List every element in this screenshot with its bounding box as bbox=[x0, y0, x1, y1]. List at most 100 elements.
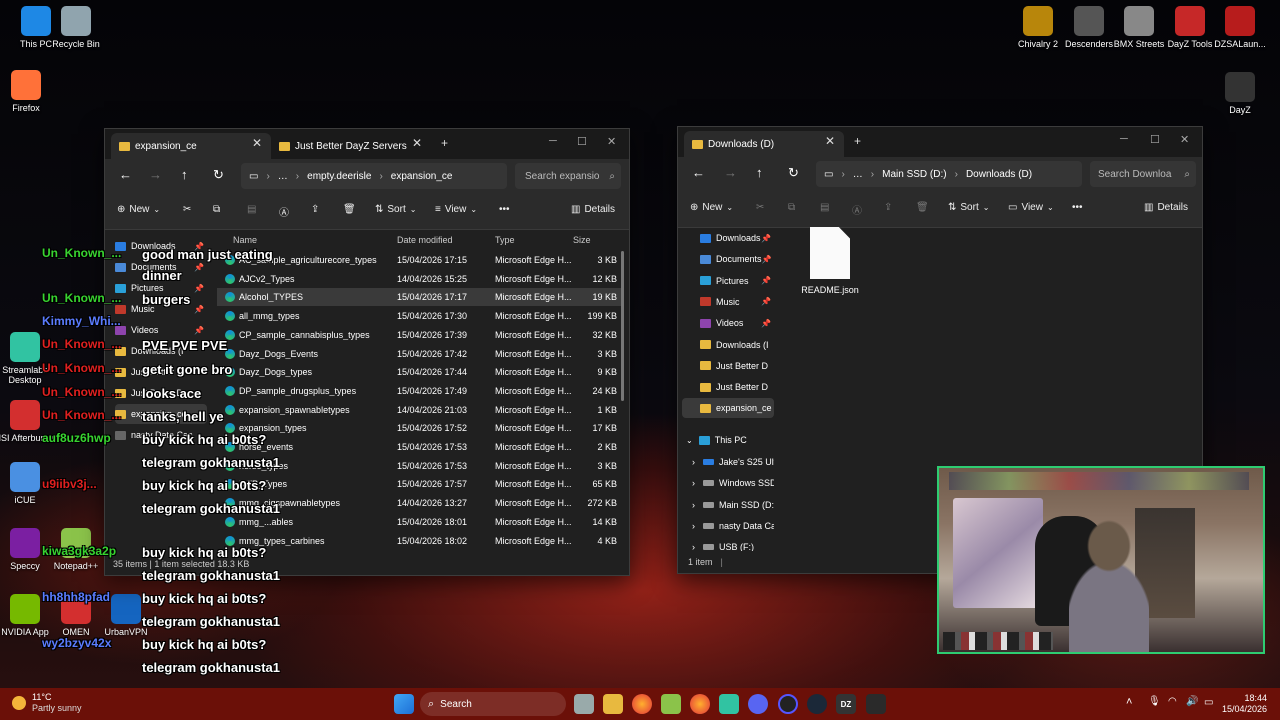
desktop-icon[interactable]: Recycle Bin bbox=[42, 6, 110, 49]
maximize-icon[interactable]: ☐ bbox=[577, 135, 587, 148]
search-input[interactable]: Search Downloa ⌕ bbox=[1090, 161, 1196, 187]
rename-icon[interactable]: Ⓐ bbox=[852, 202, 862, 217]
maximize-icon[interactable]: ☐ bbox=[1150, 133, 1160, 146]
show-hidden-icons-chevron-icon[interactable]: ˄ bbox=[1126, 696, 1132, 708]
close-window-icon[interactable]: ✕ bbox=[607, 135, 616, 148]
column-header-date[interactable]: Date modified bbox=[397, 230, 453, 250]
desktop-icon[interactable]: DZSALaun... bbox=[1206, 6, 1274, 49]
clock[interactable]: 18:44 15/04/2026 bbox=[1222, 693, 1267, 715]
more-options-icon[interactable]: ••• bbox=[1072, 202, 1083, 213]
start-icon[interactable] bbox=[394, 694, 414, 714]
more-options-icon[interactable]: ••• bbox=[499, 204, 510, 215]
new-tab-icon[interactable]: + bbox=[441, 136, 448, 150]
file-row[interactable]: AJCv2_Types 14/04/2026 15:25 Microsoft Edg… bbox=[217, 270, 621, 288]
close-tab-icon[interactable]: ✕ bbox=[825, 134, 835, 148]
volume-icon[interactable]: 🔊 bbox=[1186, 696, 1198, 707]
wifi-icon[interactable]: ◠ bbox=[1168, 696, 1177, 707]
file-row[interactable]: mmg_types_carbines 15/04/2026 18:02 Micros… bbox=[217, 532, 621, 550]
file-row[interactable]: expansion_spawnabletypes 14/04/2026 21:03… bbox=[217, 401, 621, 419]
tab-expansion-ce[interactable]: expansion_ce bbox=[111, 133, 271, 159]
delete-icon[interactable]: 🗑 bbox=[916, 202, 929, 213]
breadcrumb-item[interactable]: expansion_ce bbox=[391, 171, 453, 182]
file-explorer-icon[interactable] bbox=[603, 694, 623, 714]
details-button[interactable]: ▥ Details bbox=[1144, 202, 1188, 213]
nav-item[interactable]: Videos 📌 bbox=[682, 313, 774, 333]
back-icon[interactable]: ← bbox=[692, 165, 705, 180]
scrollbar[interactable] bbox=[621, 251, 624, 401]
address-bar[interactable]: ▭ › … › Main SSD (D:) › Downloads (D) bbox=[816, 161, 1082, 187]
firefox-icon[interactable] bbox=[690, 694, 710, 714]
minimize-icon[interactable]: ─ bbox=[1120, 133, 1128, 145]
dzsa-launcher-icon[interactable]: DZ bbox=[836, 694, 856, 714]
nav-drive[interactable]: › Windows SSD bbox=[682, 473, 774, 493]
share-icon[interactable]: ⇪ bbox=[311, 204, 319, 215]
up-icon[interactable]: ↑ bbox=[756, 165, 763, 180]
breadcrumb-item[interactable]: Downloads (D) bbox=[966, 169, 1032, 180]
file-row[interactable]: all_mmg_types 15/04/2026 17:30 Microsoft E… bbox=[217, 307, 621, 325]
nav-item[interactable]: Just Better D bbox=[682, 377, 774, 397]
battery-icon[interactable]: ▭ bbox=[1204, 697, 1213, 708]
address-bar[interactable]: ▭ › … › empty.deerisle › expansion_ce bbox=[241, 163, 507, 189]
back-icon[interactable]: ← bbox=[119, 167, 132, 182]
forward-icon[interactable]: → bbox=[724, 165, 737, 180]
nav-item[interactable]: Videos 📌 bbox=[115, 320, 207, 340]
nav-this-pc[interactable]: ⌄ This PC bbox=[682, 430, 774, 450]
details-button[interactable]: ▥ Details bbox=[571, 204, 615, 215]
close-tab-icon[interactable]: ✕ bbox=[412, 136, 422, 150]
desktop-icon[interactable]: Firefox bbox=[0, 70, 60, 113]
column-header-size[interactable]: Size bbox=[573, 230, 591, 250]
breadcrumb-item[interactable]: Main SSD (D:) bbox=[882, 169, 946, 180]
view-button[interactable]: ≡ View ⌄ bbox=[435, 204, 477, 215]
file-row[interactable]: Dayz_Dogs_types 15/04/2026 17:44 Microsoft… bbox=[217, 363, 621, 381]
discord-icon[interactable] bbox=[748, 694, 768, 714]
task-view-icon[interactable] bbox=[574, 694, 594, 714]
file-row[interactable]: MFP_Types 15/04/2026 17:57 Microsoft Edge … bbox=[217, 475, 621, 493]
file-row[interactable]: AC_sample_agriculturecore_types 15/04/202… bbox=[217, 251, 621, 269]
nav-item[interactable]: Pictures 📌 bbox=[682, 271, 774, 291]
paste-icon[interactable]: ▤ bbox=[247, 204, 256, 215]
nav-item[interactable]: Music 📌 bbox=[682, 292, 774, 312]
copy-icon[interactable]: ⧉ bbox=[213, 204, 220, 215]
file-row[interactable]: CP_sample_cannabisplus_types 15/04/2026 1… bbox=[217, 326, 621, 344]
file-row[interactable]: Alcohol_TYPES 15/04/2026 17:17 Microsoft E… bbox=[217, 288, 621, 307]
close-tab-icon[interactable]: ✕ bbox=[252, 136, 262, 150]
new-button[interactable]: ⊕ New ⌄ bbox=[117, 204, 160, 215]
notepad-plus-plus-icon[interactable] bbox=[661, 694, 681, 714]
copy-icon[interactable]: ⧉ bbox=[788, 202, 795, 213]
search-input[interactable]: Search expansio ⌕ bbox=[515, 163, 621, 189]
cut-icon[interactable]: ✂ bbox=[756, 202, 764, 213]
file-row[interactable]: expansion_types 15/04/2026 17:52 Microsoft… bbox=[217, 419, 621, 437]
breadcrumb-more-icon[interactable]: … bbox=[278, 171, 288, 182]
breadcrumb-item[interactable]: empty.deerisle bbox=[307, 171, 371, 182]
close-window-icon[interactable]: ✕ bbox=[1180, 133, 1189, 146]
firefox-icon[interactable] bbox=[632, 694, 652, 714]
desktop-icon[interactable]: DayZ bbox=[1206, 72, 1274, 115]
taskbar-search[interactable]: ⌕ Search bbox=[420, 692, 566, 716]
share-icon[interactable]: ⇪ bbox=[884, 202, 892, 213]
minimize-icon[interactable]: ─ bbox=[549, 135, 557, 147]
column-header-type[interactable]: Type bbox=[495, 230, 515, 250]
obs-icon[interactable] bbox=[778, 694, 798, 714]
paste-icon[interactable]: ▤ bbox=[820, 202, 829, 213]
rename-icon[interactable]: Ⓐ bbox=[279, 204, 289, 219]
cut-icon[interactable]: ✂ bbox=[183, 204, 191, 215]
breadcrumb-more-icon[interactable]: … bbox=[853, 169, 863, 180]
up-icon[interactable]: ↑ bbox=[181, 167, 188, 182]
weather-widget[interactable]: 11°C Partly sunny bbox=[12, 692, 82, 714]
view-button[interactable]: ▭ View ⌄ bbox=[1008, 202, 1054, 213]
file-row[interactable]: DP_sample_drugsplus_types 15/04/2026 17:4… bbox=[217, 382, 621, 400]
file-row[interactable]: horse_events 15/04/2026 17:53 Microsoft Ed… bbox=[217, 438, 621, 456]
sort-button[interactable]: ⇅ Sort ⌄ bbox=[375, 204, 416, 215]
nav-drive[interactable]: › Jake's S25 Ultr bbox=[682, 452, 774, 472]
tab-just-better[interactable]: Just Better DayZ Servers Serve bbox=[273, 133, 433, 159]
nav-item[interactable]: Downloads 📌 bbox=[682, 228, 774, 248]
sort-button[interactable]: ⇅ Sort ⌄ bbox=[948, 202, 989, 213]
dayz-icon[interactable] bbox=[866, 694, 886, 714]
streamlabs-icon[interactable] bbox=[719, 694, 739, 714]
refresh-icon[interactable]: ↻ bbox=[788, 165, 799, 181]
delete-icon[interactable]: 🗑 bbox=[343, 204, 356, 215]
nav-drive[interactable]: › nasty Data Cac bbox=[682, 516, 774, 536]
file-row[interactable]: Dayz_Dogs_Events 15/04/2026 17:42 Microsof… bbox=[217, 345, 621, 363]
steam-icon[interactable] bbox=[807, 694, 827, 714]
file-item[interactable]: README.json bbox=[800, 227, 860, 295]
